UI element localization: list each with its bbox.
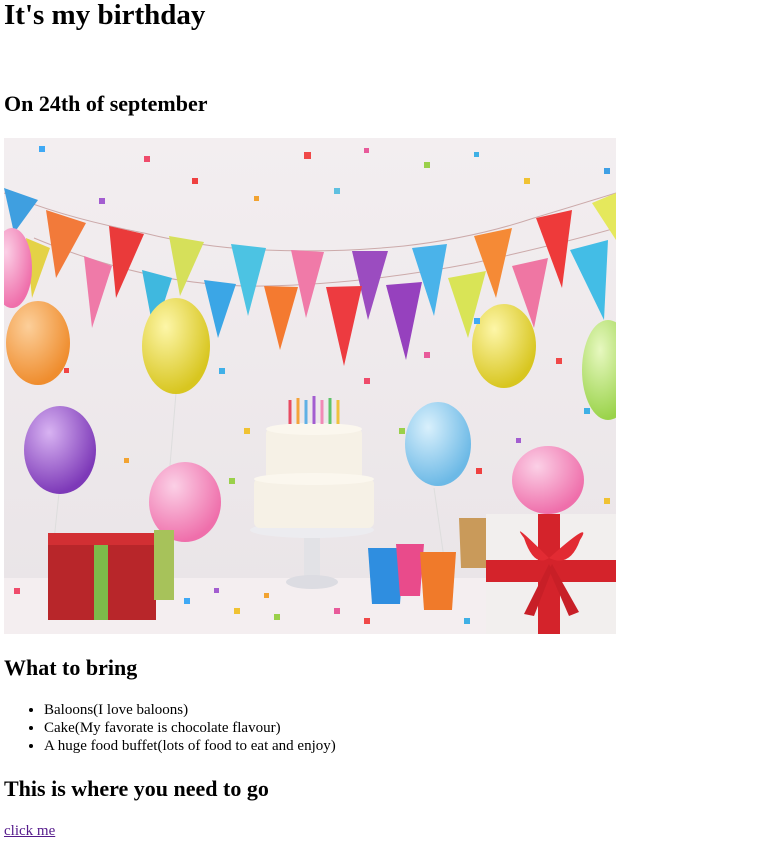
bring-list: Baloons(I love baloons) Cake(My favorate… — [0, 701, 336, 755]
directions-heading: This is where you need to go — [4, 776, 269, 801]
click-me-link[interactable]: click me — [4, 822, 55, 840]
date-heading: On 24th of september — [4, 91, 208, 116]
list-item: Cake(My favorate is chocolate flavour) — [44, 719, 336, 737]
list-item: A huge food buffet(lots of food to eat a… — [44, 737, 336, 755]
list-item: Baloons(I love baloons) — [44, 701, 336, 719]
page-title: It's my birthday — [4, 0, 206, 31]
what-to-bring-heading: What to bring — [4, 655, 138, 680]
birthday-party-image — [4, 138, 616, 634]
